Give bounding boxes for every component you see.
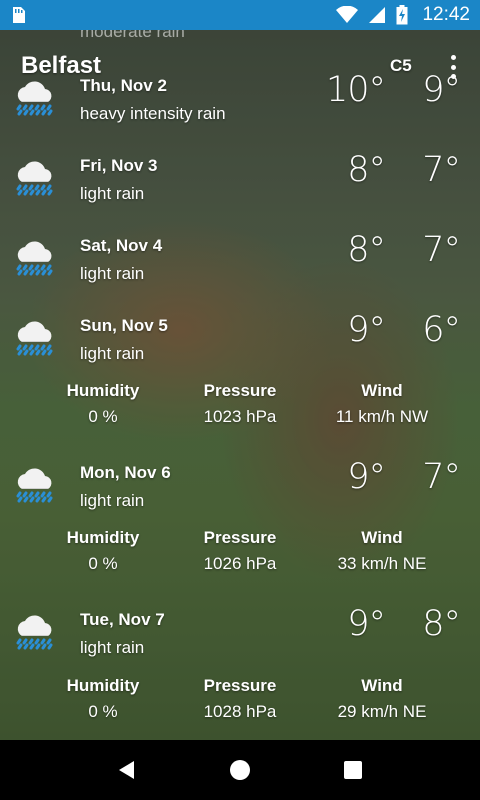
pressure-label: Pressure (203, 528, 277, 547)
back-button[interactable] (107, 750, 147, 790)
forecast-low: 8° (422, 604, 461, 644)
wind-label: Wind (361, 528, 403, 547)
humidity-label: Humidity (66, 676, 140, 695)
wind-value: 11 km/h NW (335, 407, 429, 426)
pressure-label: Pressure (203, 676, 277, 695)
system-nav-bar (0, 740, 480, 800)
rain-cloud-icon (12, 156, 58, 202)
forecast-low: 7° (422, 150, 461, 190)
forecast-desc: heavy intensity rain (80, 104, 226, 123)
forecast-desc: light rain (80, 264, 145, 283)
wind-label: Wind (361, 676, 403, 695)
home-button[interactable] (220, 750, 260, 790)
forecast-date: Tue, Nov 7 (80, 610, 165, 629)
status-bar: 12:42 (0, 0, 480, 30)
forecast-high: 8° (347, 150, 386, 190)
units-toggle[interactable]: C5 (390, 56, 412, 76)
wind-value: 29 km/h NE (337, 702, 427, 721)
humidity-value: 0 % (88, 407, 118, 426)
wind-label: Wind (361, 381, 403, 400)
sd-card-icon (13, 7, 25, 23)
rain-cloud-icon (12, 463, 58, 509)
pressure-value: 1028 hPa (203, 702, 277, 721)
back-icon (118, 761, 134, 779)
background-photo (0, 0, 480, 740)
forecast-high: 9° (347, 457, 386, 497)
rain-cloud-icon (12, 316, 58, 362)
pressure-label: Pressure (203, 381, 277, 400)
pressure-value: 1023 hPa (203, 407, 277, 426)
pressure-value: 1026 hPa (203, 554, 277, 573)
clock: 12:42 (422, 4, 470, 25)
forecast-high: 9° (347, 604, 386, 644)
overflow-menu-icon[interactable] (443, 52, 463, 82)
wifi-icon (336, 6, 359, 23)
forecast-low: 6° (422, 310, 461, 350)
forecast-low: 7° (422, 230, 461, 270)
wind-value: 33 km/h NE (337, 554, 427, 573)
humidity-label: Humidity (66, 381, 140, 400)
signal-icon (369, 7, 386, 23)
battery-charging-icon (396, 5, 408, 25)
forecast-low: 7° (422, 457, 461, 497)
forecast-high: 9° (347, 310, 386, 350)
humidity-label: Humidity (66, 528, 140, 547)
home-icon (229, 760, 250, 780)
forecast-high: 8° (347, 230, 386, 270)
recents-button[interactable] (333, 750, 373, 790)
app-header: Belfast C5 (0, 44, 480, 88)
forecast-date: Fri, Nov 3 (80, 156, 158, 175)
forecast-date: Sun, Nov 5 (80, 316, 168, 335)
rain-cloud-icon (12, 610, 58, 656)
humidity-value: 0 % (88, 554, 118, 573)
humidity-value: 0 % (88, 702, 118, 721)
recents-icon (344, 761, 363, 779)
forecast-desc: light rain (80, 638, 145, 657)
city-name[interactable]: Belfast (21, 52, 101, 80)
forecast-desc: light rain (80, 184, 145, 203)
rain-cloud-icon (12, 236, 58, 282)
forecast-date: Sat, Nov 4 (80, 236, 163, 255)
forecast-date: Mon, Nov 6 (80, 463, 171, 482)
forecast-desc: light rain (80, 491, 145, 510)
forecast-desc: light rain (80, 344, 145, 363)
